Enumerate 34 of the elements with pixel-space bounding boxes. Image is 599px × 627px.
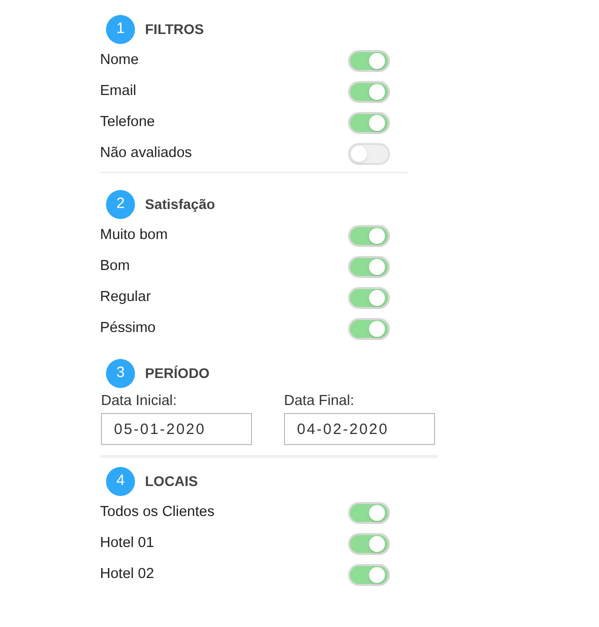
toggle-switch[interactable] <box>348 256 390 278</box>
filter-label: Nome <box>100 50 139 70</box>
toggle-switch[interactable] <box>348 532 390 554</box>
toggle-switch[interactable] <box>348 142 390 164</box>
toggle-switch[interactable] <box>348 224 390 246</box>
toggle-switch[interactable] <box>348 564 390 586</box>
toggle-switch[interactable] <box>348 50 390 72</box>
date-label: Data Inicial: <box>101 392 178 410</box>
filter-label: Regular <box>100 288 151 307</box>
date-field[interactable]: 05-01-2020 <box>101 413 252 445</box>
filter-label: Não avaliados <box>100 144 192 163</box>
step-number: 4 <box>106 466 135 496</box>
filter-label: Todos os Clientes <box>100 502 214 522</box>
filter-label: Hotel 02 <box>100 564 154 584</box>
section-title: Satisfação <box>145 194 216 214</box>
step-number: 2 <box>106 190 135 218</box>
section-title: LOCAIS <box>145 472 198 490</box>
section-title: PERÍODO <box>145 364 210 382</box>
step-number: 3 <box>106 358 135 388</box>
toggle-switch[interactable] <box>348 286 390 308</box>
toggle-switch[interactable] <box>348 318 390 340</box>
toggle-switch[interactable] <box>348 502 390 524</box>
section-title: FILTROS <box>145 20 204 38</box>
date-label: Data Final: <box>284 392 356 410</box>
filter-label: Muito bom <box>100 226 168 245</box>
date-field[interactable]: 04-02-2020 <box>284 413 435 445</box>
filter-label: Péssimo <box>100 318 156 338</box>
toggle-switch[interactable] <box>348 112 390 134</box>
filter-label: Hotel 01 <box>100 534 154 553</box>
step-number: 1 <box>106 14 135 44</box>
filter-label: Bom <box>100 256 130 276</box>
toggle-switch[interactable] <box>348 80 390 102</box>
filter-label: Telefone <box>100 112 155 132</box>
filter-label: Email <box>100 82 136 101</box>
